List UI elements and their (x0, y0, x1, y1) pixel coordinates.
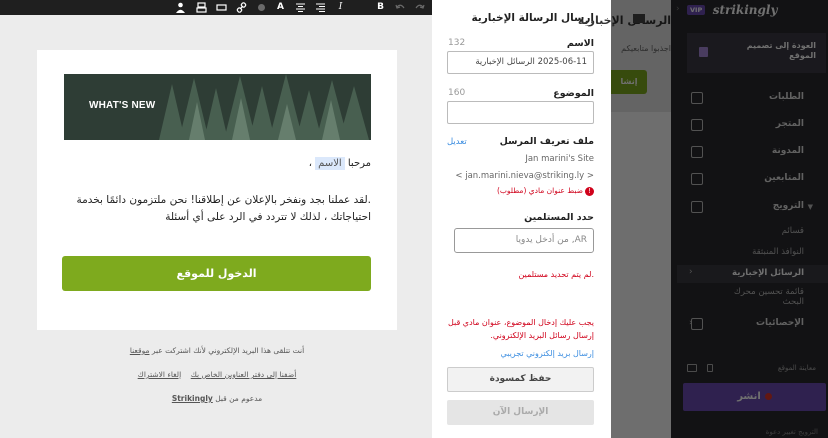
sidebar: VIP strikingly ‹ العودة إلى تصميم الموقع… (671, 0, 828, 438)
recipients-label: حدد المستلمين (524, 212, 594, 223)
nav-members[interactable]: المتابعين (764, 173, 804, 183)
circle-icon[interactable] (255, 1, 268, 14)
footer-powered-by: مدعوم من قبل (215, 394, 263, 403)
mail-icon (633, 14, 645, 23)
publish-button[interactable]: انشر (683, 383, 826, 411)
vip-badge: VIP (687, 5, 706, 15)
footer-subscribe-reason: أنت تتلقى هذا البريد الإلكتروني لأنك اشت… (151, 346, 305, 355)
nav-analytics[interactable]: الإحصائيات (756, 318, 804, 328)
footer-unsubscribe-link[interactable]: إلغاء الاشتراك (138, 370, 182, 379)
warning-icon: ! (585, 187, 594, 196)
stamp-icon[interactable] (195, 1, 208, 14)
nav-promotion[interactable]: الترويج (773, 201, 804, 211)
greeting-suffix: ، (308, 158, 312, 169)
email-card: WHAT'S NEW مرحبا الاسم ، .لقد عملنا بجد … (37, 50, 397, 330)
panel-title: إرسال الرسالة الإخبارية (471, 12, 594, 24)
edit-sender-link[interactable]: تعديل (447, 137, 467, 147)
name-label: الاسم (566, 38, 594, 49)
footer-address-book-link[interactable]: أضفنا إلى دفتر العناوين الخاص بك (191, 370, 297, 379)
subject-input[interactable] (447, 101, 594, 124)
sub-newsletters[interactable]: الرسائل الإخبارية (732, 268, 804, 278)
send-test-email-link[interactable]: إرسال بريد إلكتروني تجريبي (500, 349, 594, 358)
box-icon[interactable] (215, 1, 228, 14)
collapse-icon[interactable]: ‹ (676, 4, 680, 14)
sub-coupons[interactable]: قسائم (782, 226, 804, 236)
send-newsletter-panel: إرسال الرسالة الإخبارية الاسم 132 2025-0… (432, 0, 611, 438)
save-draft-button[interactable]: حفظ كمسودة (447, 367, 594, 392)
blog-icon (691, 146, 703, 158)
store-icon (691, 119, 703, 131)
sub-seo-checklist[interactable]: قائمة تحسين محرك البحث (714, 287, 804, 307)
validation-error: يجب عليك إدخال الموضوع، عنوان مادي قبل إ… (447, 318, 594, 340)
editor-toolbar: A I B (0, 0, 432, 15)
email-preview: A I B WHAT'S NEW مرحبا الاسم ، .لقد عملن… (0, 0, 432, 438)
redo-icon[interactable] (413, 1, 426, 14)
background-title: الرسائل الإخبارية (577, 14, 671, 27)
sender-address-warning[interactable]: !ضبط عنوان مادي (مطلوب) (497, 186, 594, 196)
footer-brand-link[interactable]: Strikingly (172, 394, 213, 403)
nav-orders[interactable]: الطلبات (769, 92, 804, 102)
recipients-select[interactable]: AR, من أدخل يدويا (454, 228, 594, 253)
background-newsletter-page: الرسائل الإخبارية اجذبوا متابعيكم إنشا (578, 0, 671, 438)
subject-char-count: 160 (448, 88, 466, 98)
align-right-icon[interactable] (314, 1, 327, 14)
person-icon[interactable] (174, 1, 187, 14)
italic-icon[interactable]: I (334, 1, 347, 14)
site-preview-label[interactable]: معاينة الموقع (778, 364, 816, 372)
chevron-down-icon: ▼ (807, 203, 813, 211)
sidebar-footer: الترويج تغيير دعوة (765, 428, 818, 436)
nav-blog[interactable]: المدونة (772, 146, 804, 156)
visit-site-button[interactable]: الدخول للموقع (62, 256, 371, 291)
greeting-word: مرحبا (347, 158, 371, 169)
back-to-design-label: العودة إلى تصميم الموقع (746, 41, 816, 60)
sender-profile-label: ملف تعريف المرسل (499, 136, 594, 147)
publish-label: انشر (737, 391, 761, 402)
create-newsletter-button[interactable]: إنشا (611, 70, 647, 94)
subject-label: الموضوع (553, 88, 594, 99)
sender-email: < jan.marini.nieva@striking.ly > (455, 171, 594, 181)
link-icon[interactable] (235, 1, 248, 14)
background-subtitle: اجذبوا متابعيكم (621, 44, 671, 53)
align-center-icon[interactable] (294, 1, 307, 14)
name-char-count: 132 (448, 38, 466, 48)
orders-icon (691, 92, 703, 104)
banner-title: WHAT'S NEW (89, 100, 156, 111)
analytics-chevron-icon: ‹ (689, 318, 693, 328)
banner-image[interactable]: WHAT'S NEW (64, 74, 371, 140)
greeting-line: مرحبا الاسم ، (308, 157, 371, 170)
mobile-icon[interactable] (707, 364, 713, 372)
analytics-icon (691, 318, 703, 330)
undo-icon[interactable] (394, 1, 407, 14)
name-merge-tag[interactable]: الاسم (315, 157, 345, 170)
desktop-icon[interactable] (687, 364, 697, 372)
strikingly-logo[interactable]: strikingly (713, 3, 778, 17)
brand: VIP strikingly (687, 3, 777, 17)
nav-store[interactable]: المتجر (776, 119, 804, 129)
email-footer: أنت تتلقى هذا البريد الإلكتروني لأنك اشت… (37, 346, 397, 418)
footer-site-link[interactable]: موقعنا (130, 346, 150, 355)
sender-warning-text: ضبط عنوان مادي (مطلوب) (496, 186, 583, 195)
text-color-icon[interactable]: A (274, 1, 287, 14)
name-input[interactable]: 2025-06-11 الرسائل الإخبارية (447, 51, 594, 74)
members-icon (691, 173, 703, 185)
sender-site-name: Jan marini's Site (525, 154, 594, 164)
background-content-area (611, 112, 671, 438)
back-design-icon (699, 47, 708, 57)
send-now-button[interactable]: الإرسال الآن (447, 400, 594, 425)
sub-popups[interactable]: النوافذ المنبثقة (752, 247, 804, 257)
email-body-text[interactable]: .لقد عملنا بجد ونفخر بالإعلان عن إطلاقنا… (51, 192, 371, 226)
unpublished-indicator-icon (764, 392, 772, 400)
megaphone-icon (691, 201, 703, 213)
no-recipients-error: .لم يتم تحديد مستلمين (518, 270, 594, 279)
bold-icon[interactable]: B (374, 1, 387, 14)
chevron-left-icon: ‹ (689, 267, 693, 277)
